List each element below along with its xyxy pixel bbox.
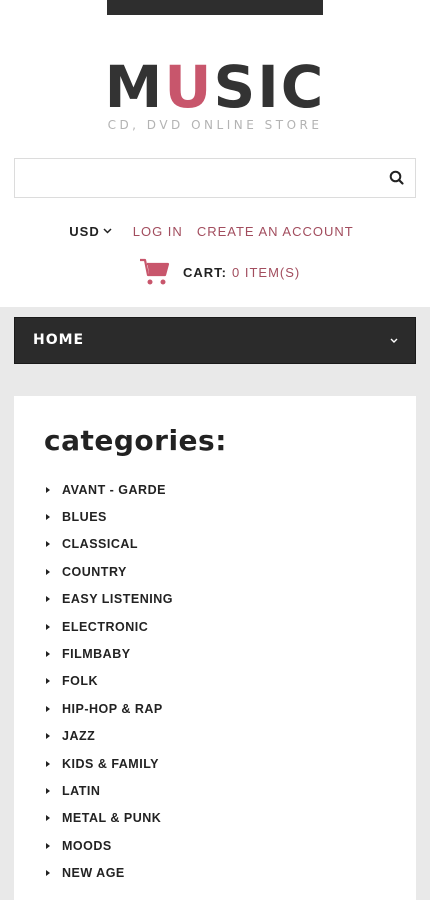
category-label: FILMBABY bbox=[62, 647, 131, 662]
category-item[interactable]: LATIN bbox=[44, 777, 173, 804]
main-menu-toggle[interactable]: HOME bbox=[14, 317, 416, 364]
caret-right-icon bbox=[46, 705, 50, 712]
category-label: FOLK bbox=[62, 674, 99, 689]
currency-selector[interactable]: USD bbox=[69, 223, 112, 239]
category-label: KIDS & FAMILY bbox=[62, 756, 160, 771]
category-item[interactable]: ELECTRONIC bbox=[44, 613, 173, 640]
account-row: USD LOG IN CREATE AN ACCOUNT bbox=[0, 222, 430, 240]
cart-count: 0 ITEM(S) bbox=[232, 264, 301, 280]
category-label: NEW AGE bbox=[62, 866, 125, 881]
category-label: BLUES bbox=[62, 510, 107, 525]
search-icon bbox=[389, 170, 404, 185]
caret-right-icon bbox=[46, 486, 50, 493]
caret-right-icon bbox=[46, 842, 50, 849]
caret-right-icon bbox=[46, 733, 50, 740]
categories-panel: categories: AVANT - GARDE BLUES CLASSICAL C… bbox=[14, 396, 416, 900]
caret-right-icon bbox=[46, 678, 50, 685]
caret-right-icon bbox=[46, 870, 50, 877]
category-item[interactable]: METAL & PUNK bbox=[44, 805, 173, 832]
category-label: CLASSICAL bbox=[62, 537, 139, 552]
category-label: MOODS bbox=[62, 838, 112, 853]
caret-right-icon bbox=[46, 541, 50, 548]
category-label: JAZZ bbox=[62, 729, 96, 744]
category-item[interactable]: HIP-HOP & RAP bbox=[44, 695, 173, 722]
category-label: METAL & PUNK bbox=[62, 811, 162, 826]
caret-right-icon bbox=[46, 596, 50, 603]
category-label: COUNTRY bbox=[62, 564, 127, 579]
category-item[interactable]: EASY LISTENING bbox=[44, 586, 173, 613]
menu-item-home: HOME bbox=[33, 332, 85, 348]
category-item[interactable]: NEW AGE bbox=[44, 859, 173, 886]
logo[interactable]: MUSIC CD, DVD ONLINE STORE bbox=[0, 56, 430, 132]
category-label: HIP-HOP & RAP bbox=[62, 701, 163, 716]
search-button[interactable] bbox=[387, 168, 407, 188]
caret-right-icon bbox=[46, 760, 50, 767]
category-list: AVANT - GARDE BLUES CLASSICAL COUNTRY EASY L… bbox=[44, 476, 173, 887]
category-label: AVANT - GARDE bbox=[62, 482, 166, 497]
search-input[interactable] bbox=[15, 159, 375, 197]
category-item[interactable]: COUNTRY bbox=[44, 558, 173, 585]
categories-title: categories: bbox=[44, 424, 227, 457]
currency-value: USD bbox=[69, 223, 100, 239]
caret-right-icon bbox=[46, 514, 50, 521]
category-item[interactable]: KIDS & FAMILY bbox=[44, 750, 173, 777]
chevron-down-icon bbox=[103, 228, 112, 234]
caret-right-icon bbox=[46, 815, 50, 822]
category-item[interactable]: AVANT - GARDE bbox=[44, 476, 173, 503]
caret-right-icon bbox=[46, 787, 50, 794]
caret-right-icon bbox=[46, 623, 50, 630]
category-label: EASY LISTENING bbox=[62, 592, 173, 607]
category-label: LATIN bbox=[62, 783, 101, 798]
create-account-link[interactable]: CREATE AN ACCOUNT bbox=[197, 224, 354, 239]
category-item[interactable]: FILMBABY bbox=[44, 640, 173, 667]
caret-right-icon bbox=[46, 651, 50, 658]
chevron-down-icon bbox=[390, 338, 398, 343]
login-link[interactable]: LOG IN bbox=[133, 224, 183, 239]
logo-tagline: CD, DVD ONLINE STORE bbox=[107, 118, 323, 132]
category-item[interactable]: BLUES bbox=[44, 503, 173, 530]
cart-label: CART: bbox=[183, 264, 227, 280]
top-bar bbox=[107, 0, 323, 15]
search-bar bbox=[14, 158, 416, 198]
category-item[interactable]: MOODS bbox=[44, 832, 173, 859]
category-label: ELECTRONIC bbox=[62, 619, 149, 634]
caret-right-icon bbox=[46, 568, 50, 575]
category-item[interactable]: FOLK bbox=[44, 668, 173, 695]
category-item[interactable]: CLASSICAL bbox=[44, 531, 173, 558]
logo-wordmark: MUSIC bbox=[104, 53, 326, 121]
cart-button[interactable]: CART: 0 ITEM(S) bbox=[139, 257, 300, 287]
cart-icon bbox=[140, 258, 170, 285]
category-item[interactable]: JAZZ bbox=[44, 723, 173, 750]
